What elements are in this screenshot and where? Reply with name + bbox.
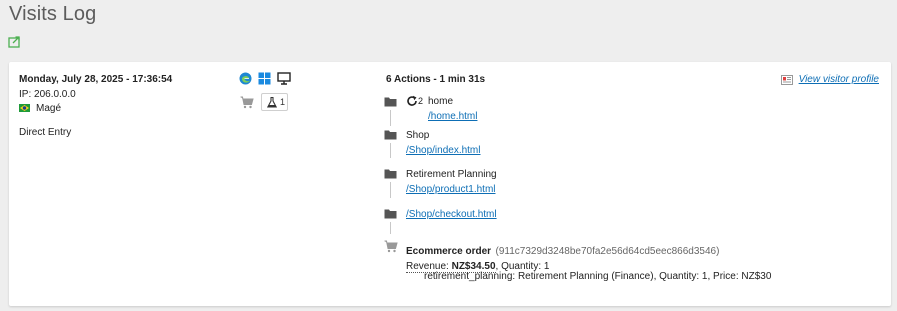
action-title: Shop [406, 130, 430, 141]
action-url[interactable]: /Shop/checkout.html [406, 209, 497, 220]
folder-icon [384, 97, 397, 107]
referrer: Direct Entry [19, 127, 72, 138]
reload-count: 2 [418, 96, 424, 106]
page-title: Visits Log [9, 3, 97, 25]
action-url[interactable]: /Shop/index.html [406, 145, 481, 156]
edge-browser-icon [239, 72, 252, 85]
cart-icon [384, 240, 398, 253]
action-title: Retirement Planning [406, 169, 497, 180]
folder-icon [384, 169, 397, 179]
folder-icon [384, 209, 397, 219]
flask-icon [267, 97, 277, 108]
actions-summary: 6 Actions - 1 min 31s [386, 74, 486, 85]
action-url[interactable]: /Shop/product1.html [406, 184, 496, 195]
timeline-line [390, 182, 391, 198]
visit-card: Monday, July 28, 2025 - 17:36:54 IP: 206… [9, 62, 891, 306]
reload-icon [407, 95, 417, 106]
order-item: retirement_planning: Retirement Planning… [424, 271, 772, 282]
visitor-city: Magé [36, 103, 62, 114]
timeline-line [390, 143, 391, 158]
visitor-ip: IP: 206.0.0.0 [19, 89, 76, 100]
cart-icon [240, 96, 254, 109]
windows-icon [258, 72, 271, 85]
export-icon[interactable] [8, 35, 21, 48]
visit-datetime: Monday, July 28, 2025 - 17:36:54 [19, 74, 173, 85]
brazil-flag-icon [19, 104, 30, 112]
ecommerce-count: 1 [280, 97, 286, 107]
action-url[interactable]: /home.html [428, 111, 477, 122]
action-title: home [428, 96, 454, 107]
timeline-line [390, 110, 391, 126]
view-visitor-profile-link[interactable]: View visitor profile [799, 74, 879, 85]
desktop-icon [277, 72, 291, 85]
ecommerce-goals-badge: 1 [261, 93, 288, 111]
visitor-profile-icon[interactable] [781, 75, 793, 85]
folder-icon [384, 130, 397, 140]
timeline-line [390, 222, 391, 234]
